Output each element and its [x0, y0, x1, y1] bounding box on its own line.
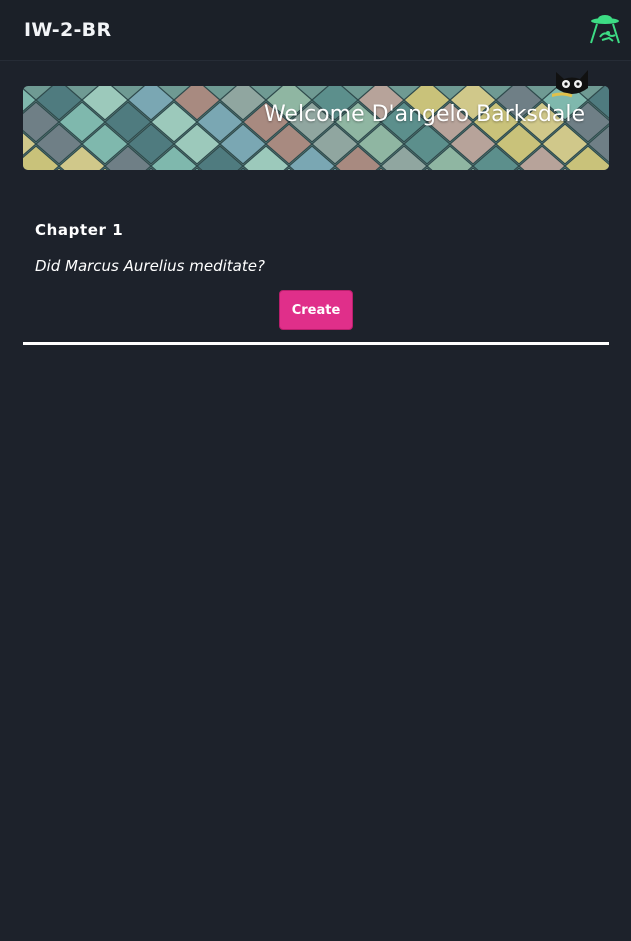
- top-navbar: IW-2-BR: [0, 0, 631, 61]
- app-brand[interactable]: IW-2-BR: [24, 19, 111, 41]
- tile-pattern-background: [23, 86, 609, 170]
- chapter-title: Chapter 1: [35, 221, 124, 239]
- black-cat-icon[interactable]: [552, 66, 592, 100]
- section-divider: [23, 342, 609, 345]
- create-button[interactable]: Create: [279, 290, 353, 330]
- ufo-abduction-icon[interactable]: [588, 13, 622, 45]
- welcome-message: Welcome D'angelo Barksdale: [263, 102, 585, 127]
- chapter-question: Did Marcus Aurelius meditate?: [35, 257, 265, 275]
- welcome-banner: Welcome D'angelo Barksdale: [23, 86, 609, 170]
